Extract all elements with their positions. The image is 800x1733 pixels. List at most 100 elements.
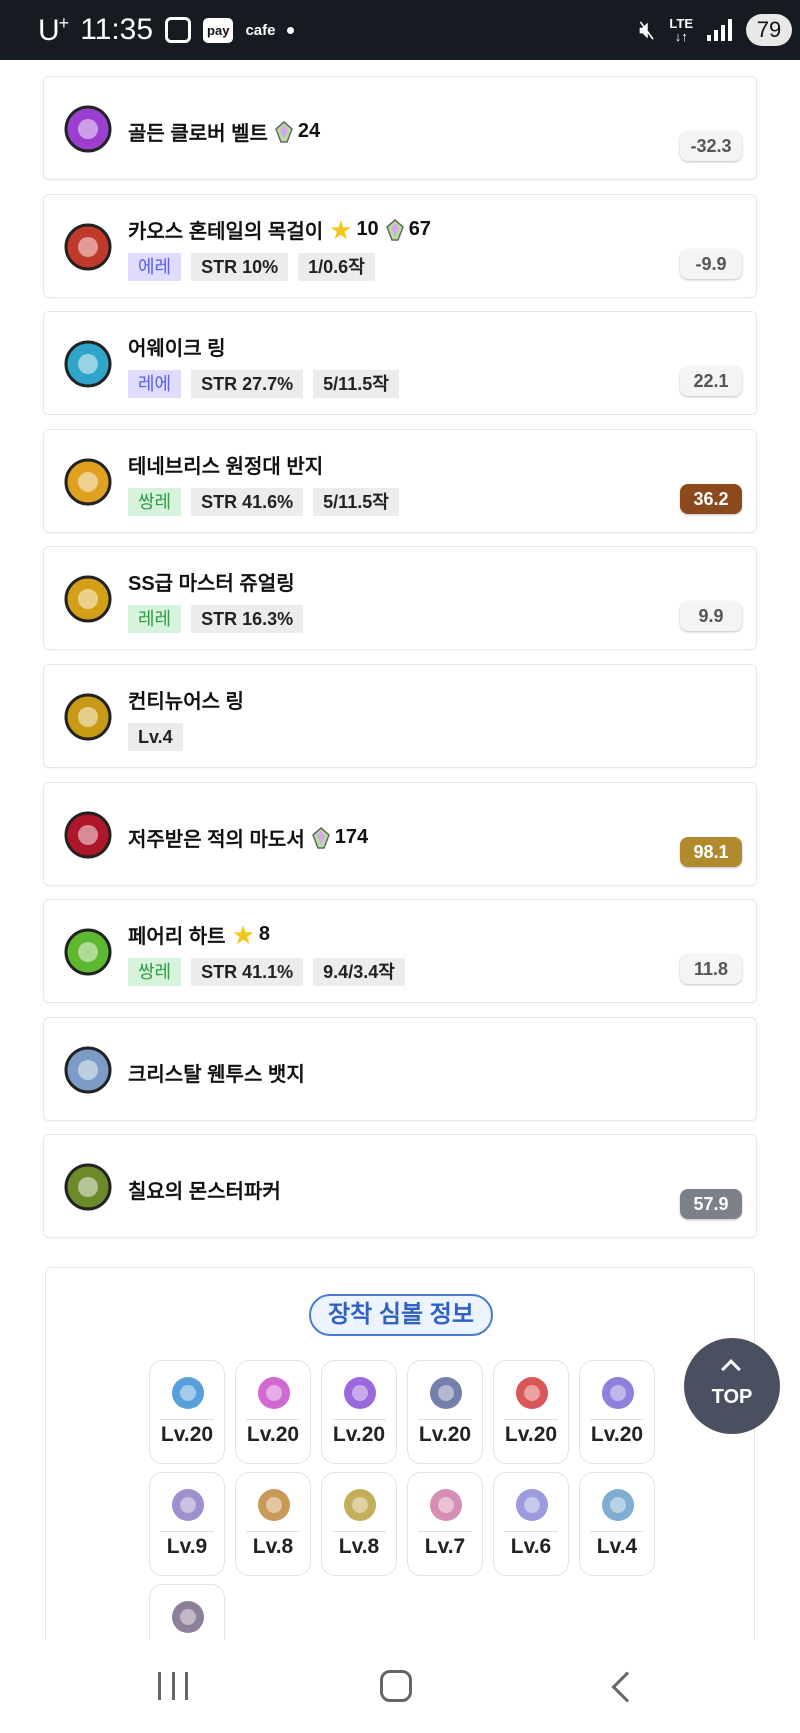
item-icon: [56, 803, 120, 867]
equipment-card[interactable]: 어웨이크 링 레에 STR 27.7% 5/11.5작 22.1: [43, 311, 757, 415]
item-icon: [56, 215, 120, 279]
star-icon: ★: [329, 214, 353, 245]
item-tags: Lv.4: [128, 723, 183, 751]
item-tags: 에레 STR 10% 1/0.6작: [128, 253, 375, 281]
gem-value: 24: [297, 120, 321, 142]
arcane-symbol[interactable]: Lv.20: [407, 1360, 483, 1464]
potential-grade-tag: 레레: [128, 605, 182, 633]
authentic-symbol[interactable]: Lv.8: [235, 1472, 311, 1576]
scroll-tag: 5/11.5작: [313, 488, 399, 516]
arcane-symbol[interactable]: Lv.20: [493, 1360, 569, 1464]
symbol-icon: [426, 1485, 466, 1525]
symbol-icon: [340, 1373, 380, 1413]
symbol-level: Lv.20: [504, 1423, 558, 1446]
scroll-top-button[interactable]: TOP: [684, 1338, 780, 1434]
authentic-symbol[interactable]: Lv.8: [321, 1472, 397, 1576]
symbol-level: Lv.8: [252, 1535, 294, 1558]
symbol-panel: 장착 심볼 정보 Lv.20 Lv.20 Lv.20 Lv.20 Lv.20 Lv.20 L…: [45, 1267, 755, 1640]
equipment-card[interactable]: SS급 마스터 쥬얼링 레레 STR 16.3% 9.9: [43, 546, 757, 650]
signal-icon: [707, 19, 732, 41]
equipment-card[interactable]: 골든 클로버 벨트 24 -32.3: [43, 76, 757, 180]
battery-icon: 79: [746, 14, 792, 46]
item-icon: [56, 1155, 120, 1219]
potential-grade-tag: 에레: [128, 253, 182, 281]
back-button[interactable]: [611, 1671, 643, 1703]
authentic-symbol[interactable]: Lv.6: [493, 1472, 569, 1576]
gem-value: 67: [408, 218, 431, 240]
symbol-icon: [254, 1373, 294, 1413]
equipment-card[interactable]: 컨티뉴어스 링 Lv.4: [43, 664, 757, 768]
authentic-symbol[interactable]: [149, 1584, 225, 1640]
equipment-card[interactable]: 페어리 하트 ★ 8 쌍레 STR 41.1% 9.4/3.4작 11.8: [43, 899, 757, 1003]
potential-gem: 24: [274, 120, 320, 143]
equipment-card[interactable]: 카오스 혼테일의 목걸이 ★ 10 67 에레 STR 10% 1/0.6작 -9.9: [43, 194, 757, 298]
starforce: ★ 10: [329, 214, 379, 245]
authentic-symbol[interactable]: Lv.7: [407, 1472, 483, 1576]
equipment-card[interactable]: 테네브리스 원정대 반지 쌍레 STR 41.6% 5/11.5작 36.2: [43, 429, 757, 533]
symbol-level: Lv.20: [160, 1423, 214, 1446]
symbol-title: 장착 심볼 정보: [309, 1294, 493, 1336]
symbol-level: Lv.20: [246, 1423, 300, 1446]
scroll-tag: 9.4/3.4작: [313, 958, 405, 986]
symbol-level: Lv.9: [166, 1535, 208, 1558]
item-name-row: 테네브리스 원정대 반지: [128, 450, 323, 479]
equipment-card[interactable]: 칠요의 몬스터파커 57.9: [43, 1134, 757, 1238]
authentic-symbol[interactable]: Lv.4: [579, 1472, 655, 1576]
symbol-icon: [340, 1485, 380, 1525]
item-icon: [56, 450, 120, 514]
arcane-symbol[interactable]: Lv.20: [149, 1360, 225, 1464]
notification-dot-icon: [287, 26, 295, 34]
symbol-level: Lv.6: [510, 1535, 552, 1558]
item-name: 페어리 하트: [128, 926, 226, 948]
item-icon: [56, 1038, 120, 1102]
recent-apps-button[interactable]: [158, 1672, 188, 1700]
score-badge: 57.9: [680, 1189, 742, 1219]
stat-tag: STR 41.6%: [191, 488, 304, 516]
symbol-icon: [168, 1597, 208, 1637]
item-name: 테네브리스 원정대 반지: [128, 456, 324, 478]
score-badge: -32.3: [680, 131, 742, 161]
symbol-icon: [426, 1373, 466, 1413]
item-name-row: 크리스탈 웬투스 뱃지: [128, 1058, 305, 1087]
potential-grade-tag: 레에: [128, 370, 182, 398]
equipment-card[interactable]: 저주받은 적의 마도서 174 98.1: [43, 782, 757, 886]
carrier-label: U+: [38, 12, 69, 47]
lte-icon: LTE ↓↑: [669, 16, 693, 44]
item-tags: 쌍레 STR 41.1% 9.4/3.4작: [128, 958, 405, 986]
symbol-level: Lv.20: [332, 1423, 386, 1446]
item-name: 저주받은 적의 마도서: [128, 829, 305, 851]
symbol-icon: [512, 1373, 552, 1413]
authentic-symbol[interactable]: Lv.9: [149, 1472, 225, 1576]
symbol-level: Lv.8: [338, 1535, 380, 1558]
item-tags: 레레 STR 16.3%: [128, 605, 304, 633]
scroll-top-label: TOP: [711, 1386, 753, 1408]
arcane-symbol[interactable]: Lv.20: [321, 1360, 397, 1464]
symbol-icon: [512, 1485, 552, 1525]
home-button[interactable]: [380, 1670, 412, 1702]
screenshot-icon: [165, 17, 192, 43]
item-icon: [56, 332, 120, 396]
status-bar: U+ 11:35 pay cafe 🔇︎ LTE ↓↑ 79: [0, 0, 800, 60]
arcane-symbol[interactable]: Lv.20: [579, 1360, 655, 1464]
gem-icon: [274, 120, 294, 143]
item-name: 컨티뉴어스 링: [128, 691, 244, 713]
equipment-card[interactable]: 크리스탈 웬투스 뱃지: [43, 1017, 757, 1121]
level-tag: Lv.4: [128, 723, 183, 751]
symbol-level: Lv.20: [590, 1423, 644, 1446]
potential-grade-tag: 쌍레: [128, 958, 182, 986]
symbol-level: Lv.4: [596, 1535, 638, 1558]
item-icon: [56, 97, 120, 161]
starforce-value: 10: [356, 218, 379, 240]
item-tags: 레에 STR 27.7% 5/11.5작: [128, 370, 399, 398]
system-nav-bar: [0, 1640, 800, 1733]
arcane-symbol[interactable]: Lv.20: [235, 1360, 311, 1464]
symbol-icon: [168, 1373, 208, 1413]
stat-tag: STR 41.1%: [191, 958, 304, 986]
mute-icon: 🔇︎: [639, 14, 656, 44]
star-icon: ★: [231, 919, 255, 950]
symbol-grid: Lv.20 Lv.20 Lv.20 Lv.20 Lv.20 Lv.20 Lv.9 Lv.8 Lv…: [149, 1360, 655, 1640]
potential-gem: 174: [311, 826, 368, 849]
potential-grade-tag: 쌍레: [128, 488, 182, 516]
item-name: 카오스 혼테일의 목걸이: [128, 221, 324, 243]
scroll-tag: 1/0.6작: [298, 253, 375, 281]
